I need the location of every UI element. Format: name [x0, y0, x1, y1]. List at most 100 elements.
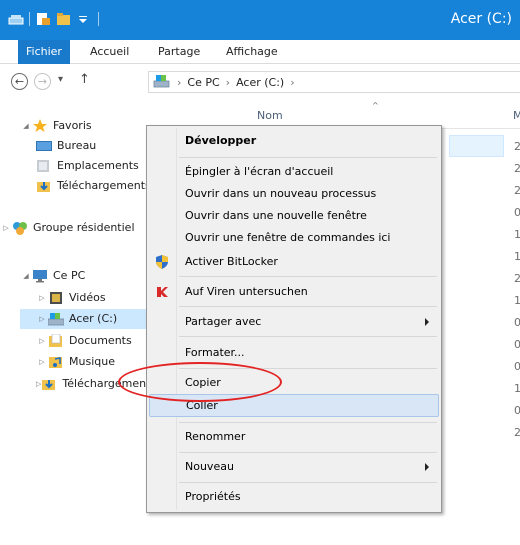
nav-item-videos[interactable]: ▷ Vidéos — [36, 288, 150, 308]
quick-access-toolbar — [8, 12, 99, 26]
recent-locations-dropdown[interactable]: ▾ — [58, 74, 63, 85]
nav-item-label: Emplacements — [57, 159, 139, 172]
menu-item-label: Propriétés — [185, 490, 241, 503]
drive-icon[interactable] — [8, 12, 24, 26]
toolbar-separator — [98, 12, 99, 26]
menu-item-partager-avec[interactable]: Partager avec — [149, 311, 439, 334]
expand-caret[interactable]: ▷ — [36, 288, 48, 308]
expand-caret[interactable]: ▷ — [36, 309, 48, 329]
nav-item-favoris[interactable]: ◢ Favoris — [20, 116, 150, 136]
properties-icon[interactable] — [35, 12, 51, 26]
annotation-circle — [118, 362, 282, 402]
navigation-bar: ← → ▾ ↑ › Ce PC › Acer (C:) › — [0, 64, 520, 100]
date-cell: 0 — [514, 360, 520, 373]
date-cell: 2 — [514, 426, 520, 439]
menu-item-label: Ouvrir dans un nouveau processus — [185, 187, 377, 200]
downloads-icon — [36, 179, 52, 193]
nav-item-ce-pc[interactable]: ◢ Ce PC — [20, 266, 150, 286]
nav-item-bureau[interactable]: Bureau — [36, 136, 150, 156]
collapse-caret[interactable]: ◢ — [20, 116, 32, 136]
menu-separator — [179, 306, 437, 307]
nav-item-label: Téléchargements — [57, 179, 151, 192]
downloads-icon — [41, 377, 57, 391]
nav-item-label: Bureau — [57, 139, 97, 152]
date-cell: 1 — [514, 294, 520, 307]
column-header-nom[interactable]: Nom — [257, 109, 283, 122]
breadcrumb-separator: › — [225, 75, 231, 89]
homegroup-icon — [12, 221, 28, 235]
star-icon — [32, 119, 48, 133]
tab-accueil[interactable]: Accueil — [82, 40, 137, 64]
context-menu: Développer Épingler à l'écran d'accueil … — [146, 125, 442, 513]
menu-item-label: Auf Viren untersuchen — [185, 285, 308, 298]
menu-separator — [179, 482, 437, 483]
back-button[interactable]: ← — [11, 73, 28, 90]
submenu-arrow-icon — [425, 318, 429, 326]
nav-item-label: Favoris — [53, 119, 92, 132]
customize-toolbar-icon[interactable] — [77, 12, 93, 26]
date-cell: 0 — [514, 206, 520, 219]
expand-caret[interactable]: ▷ — [36, 352, 48, 372]
breadcrumb-separator: › — [290, 75, 295, 89]
nav-item-documents[interactable]: ▷ Documents — [36, 331, 150, 351]
nav-item-label: Documents — [69, 334, 132, 347]
date-cell: 1 — [514, 228, 520, 241]
drive-icon — [47, 312, 65, 326]
desktop-icon — [36, 139, 52, 153]
menu-item-nouvelle-fenetre[interactable]: Ouvrir dans une nouvelle fenêtre — [149, 205, 439, 228]
recent-places-icon — [36, 159, 52, 173]
nav-item-emplacements[interactable]: Emplacements — [36, 156, 150, 176]
up-button[interactable]: ↑ — [79, 72, 90, 87]
expand-caret[interactable]: ▷ — [36, 331, 48, 351]
selected-row-tail[interactable] — [449, 135, 504, 157]
nav-item-label: Musique — [69, 355, 115, 368]
nav-item-groupe-residentiel[interactable]: ▷ Groupe résidentiel — [0, 218, 150, 238]
bitlocker-shield-icon — [155, 255, 169, 269]
nav-item-acer-c[interactable]: ▷ Acer (C:) — [20, 309, 150, 329]
menu-item-fenetre-commandes[interactable]: Ouvrir une fenêtre de commandes ici — [149, 227, 439, 250]
menu-item-epingler[interactable]: Épingler à l'écran d'accueil — [149, 161, 439, 184]
breadcrumb-separator: › — [177, 75, 182, 89]
menu-item-nouveau[interactable]: Nouveau — [149, 456, 439, 479]
nav-item-telechargements[interactable]: Téléchargements — [36, 176, 151, 196]
submenu-arrow-icon — [425, 463, 429, 471]
sort-ascending-icon: ^ — [372, 101, 379, 110]
tab-fichier[interactable]: Fichier — [18, 40, 70, 64]
kaspersky-icon — [155, 285, 169, 299]
date-cell: 2 — [514, 140, 520, 153]
menu-item-activer-bitlocker[interactable]: Activer BitLocker — [149, 251, 439, 274]
date-cell: 0 — [514, 338, 520, 351]
expand-caret[interactable]: ▷ — [0, 218, 12, 238]
menu-separator — [179, 336, 437, 337]
toolbar-separator — [29, 12, 30, 26]
menu-separator — [179, 157, 437, 158]
nav-item-label: Ce PC — [53, 269, 86, 282]
menu-item-label: Nouveau — [185, 460, 234, 473]
menu-separator — [179, 452, 437, 453]
nav-item-label: Acer (C:) — [69, 312, 118, 325]
tab-affichage[interactable]: Affichage — [218, 40, 286, 64]
breadcrumb-acer-c[interactable]: Acer (C:) — [236, 76, 284, 89]
date-cell: 2 — [514, 184, 520, 197]
tab-partage[interactable]: Partage — [150, 40, 208, 64]
menu-item-developper[interactable]: Développer — [149, 130, 439, 153]
breadcrumb-ce-pc[interactable]: Ce PC — [187, 76, 219, 89]
forward-button[interactable]: → — [34, 73, 51, 90]
column-header-modifie[interactable]: M — [513, 109, 520, 122]
menu-item-renommer[interactable]: Renommer — [149, 426, 439, 449]
menu-item-viren-untersuchen[interactable]: Auf Viren untersuchen — [149, 281, 439, 304]
menu-item-label: Renommer — [185, 430, 246, 443]
date-cell: 2 — [514, 272, 520, 285]
nav-item-label: Vidéos — [69, 291, 106, 304]
date-cell: 0 — [514, 404, 520, 417]
collapse-caret[interactable]: ◢ — [20, 266, 32, 286]
nav-item-musique[interactable]: ▷ Musique — [36, 352, 150, 372]
menu-item-nouveau-processus[interactable]: Ouvrir dans un nouveau processus — [149, 183, 439, 206]
menu-item-proprietes[interactable]: Propriétés — [149, 486, 439, 509]
address-bar[interactable]: › Ce PC › Acer (C:) › — [148, 71, 520, 93]
computer-icon — [32, 269, 48, 283]
date-cell: 1 — [514, 250, 520, 263]
new-folder-icon[interactable] — [56, 12, 72, 26]
menu-item-label: Épingler à l'écran d'accueil — [185, 165, 334, 178]
menu-item-label: Partager avec — [185, 315, 262, 328]
